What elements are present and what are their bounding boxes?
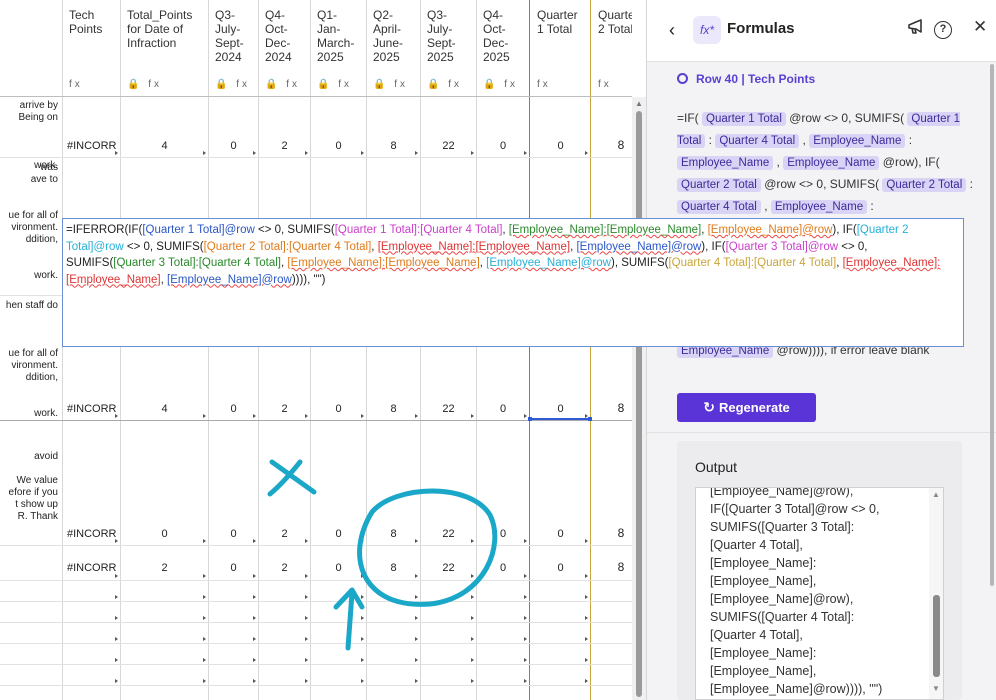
refresh-icon: ↻ — [703, 399, 715, 415]
formula-token: =IFERROR(IF( — [66, 224, 143, 236]
formula-token: [Employee_Name]:[Employee_Name] — [377, 240, 571, 253]
scroll-down-arrow-icon[interactable]: ▼ — [932, 684, 940, 693]
formula-token: [Quarter 1 Total]@row — [142, 224, 255, 236]
annotation-arrow — [333, 587, 365, 651]
regenerate-label: Regenerate — [718, 400, 790, 415]
formula-token: [Quarter 3 Total]:[Quarter 4 Total] — [113, 257, 281, 269]
regenerate-button[interactable]: ↻ Regenerate — [677, 393, 816, 422]
formula-token: [Employee_Name]:[Employee_Name] — [508, 224, 702, 236]
megaphone-icon[interactable] — [907, 19, 925, 38]
formula-token: [Quarter 1 Total]:[Quarter 4 Total] — [334, 224, 503, 236]
formulas-panel: ‹ fx* Formulas ? ✕ Row 40 | Tech Points … — [646, 0, 996, 700]
output-text[interactable]: [Employee_Name]@row), IF([Quarter 3 Tota… — [710, 488, 930, 698]
target-icon — [677, 73, 688, 84]
formula-token: [Quarter 4 Total]:[Quarter 4 Total] — [668, 257, 837, 269]
back-chevron-icon[interactable]: ‹ — [669, 20, 675, 41]
formula-token: [Employee_Name]@row — [167, 273, 292, 286]
panel-scrollbar[interactable] — [990, 62, 996, 700]
panel-header: ‹ fx* Formulas ? ✕ — [647, 0, 996, 62]
grid-scrollbar[interactable]: ▲ — [632, 97, 646, 700]
panel-divider — [647, 432, 996, 433]
output-textarea[interactable]: [Employee_Name]@row), IF([Quarter 3 Tota… — [695, 487, 944, 700]
output-card: Output [Employee_Name]@row), IF([Quarter… — [677, 441, 962, 700]
annotation-layer — [267, 459, 498, 651]
formula-token: [Employee_Name]@row — [707, 224, 833, 236]
formula-token: [Employee_Name]@row — [486, 257, 611, 269]
sheet-grid[interactable]: Tech Points fx Total_Points for Date of I… — [0, 0, 632, 700]
formula-token: ), IF( — [701, 240, 726, 253]
close-icon[interactable]: ✕ — [973, 17, 987, 37]
formula-editor[interactable]: =IFERROR(IF([Quarter 1 Total]@row <> 0, … — [62, 218, 964, 347]
formula-token: ), SUMIFS( — [610, 257, 669, 269]
grid-scroll-thumb[interactable] — [636, 111, 642, 697]
scroll-up-arrow-icon[interactable]: ▲ — [932, 490, 940, 499]
row-context-label: Row 40 | Tech Points — [696, 72, 816, 86]
output-label: Output — [695, 459, 738, 475]
annotation-x-mark — [267, 459, 317, 497]
formula-token: [Quarter 3 Total]@row — [725, 240, 839, 253]
row-context: Row 40 | Tech Points — [677, 72, 815, 86]
panel-title: Formulas — [727, 20, 795, 37]
annotation-circle — [357, 488, 498, 607]
output-scrollbar[interactable]: ▲ ▼ — [929, 488, 943, 699]
formula-token: [Employee_Name]@row — [576, 240, 702, 253]
formula-token: [Employee_Name]:[Employee_Name] — [287, 257, 480, 269]
output-scroll-thumb[interactable] — [933, 595, 940, 677]
help-icon[interactable]: ? — [934, 19, 952, 39]
formula-token: )))), "") — [291, 273, 326, 286]
panel-scroll-thumb[interactable] — [990, 64, 994, 586]
formula-token: ), IF( — [832, 224, 857, 236]
scroll-up-arrow-icon[interactable]: ▲ — [635, 99, 643, 108]
formula-description: =IF( Quarter 1 Total @row <> 0, SUMIFS( … — [677, 111, 973, 214]
formula-logo-icon: fx* — [693, 16, 721, 44]
formula-token: <> 0, SUMIFS( — [254, 224, 335, 236]
formula-token: <> 0, SUMIFS( — [123, 240, 204, 253]
formula-token: [Quarter 2 Total]:[Quarter 4 Total] — [203, 240, 372, 253]
